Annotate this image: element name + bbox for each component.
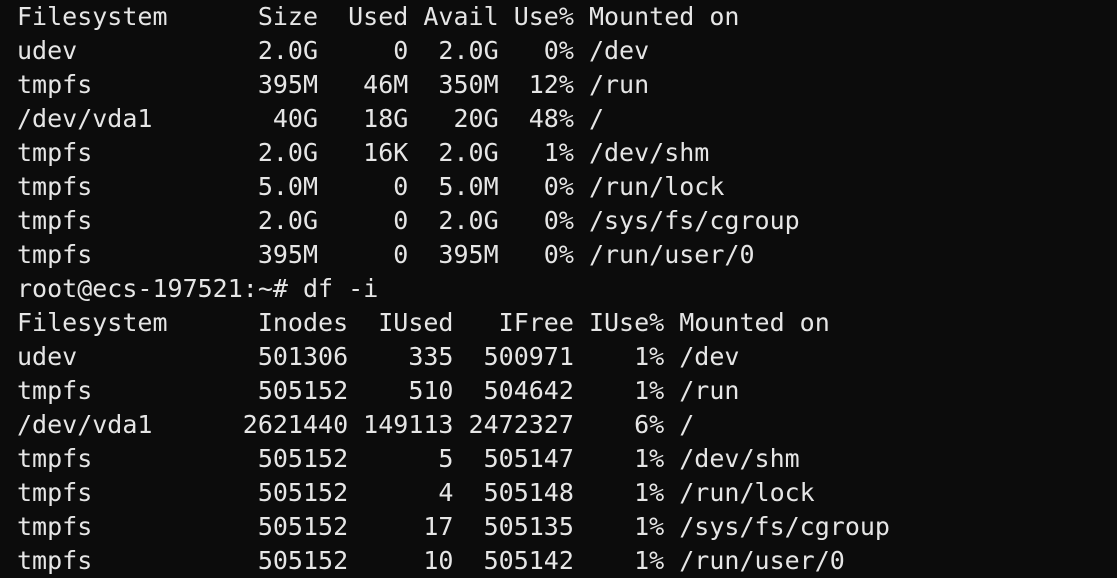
dfi-row-tmpfs-user: tmpfs 505152 10 505142 1% /run/user/0	[17, 546, 845, 575]
shell-prompt: root@ecs-197521:~#	[17, 274, 303, 303]
df-row-tmpfs-shm: tmpfs 2.0G 16K 2.0G 1% /dev/shm	[17, 138, 710, 167]
command-line[interactable]: root@ecs-197521:~# df -i	[17, 272, 1117, 306]
df-row-tmpfs-lock: tmpfs 5.0M 0 5.0M 0% /run/lock	[17, 172, 725, 201]
df-row-udev: udev 2.0G 0 2.0G 0% /dev	[17, 36, 650, 65]
command-text: df -i	[302, 274, 379, 303]
dfi-row-vda1: /dev/vda1 2621440 149113 2472327 6% /	[17, 410, 695, 439]
df-header-line: Filesystem Size Used Avail Use% Mounted …	[17, 2, 740, 31]
dfi-row-tmpfs-lock: tmpfs 505152 4 505148 1% /run/lock	[17, 478, 815, 507]
df-row-tmpfs-run: tmpfs 395M 46M 350M 12% /run	[17, 70, 650, 99]
dfi-row-tmpfs-cgroup: tmpfs 505152 17 505135 1% /sys/fs/cgroup	[17, 512, 890, 541]
df-row-vda1: /dev/vda1 40G 18G 20G 48% /	[17, 104, 604, 133]
df-row-tmpfs-cgroup: tmpfs 2.0G 0 2.0G 0% /sys/fs/cgroup	[17, 206, 800, 235]
terminal-window[interactable]: Filesystem Size Used Avail Use% Mounted …	[0, 0, 1117, 575]
df-row-tmpfs-user: tmpfs 395M 0 395M 0% /run/user/0	[17, 240, 755, 269]
dfi-header-line: Filesystem Inodes IUsed IFree IUse% Moun…	[17, 308, 830, 337]
dfi-row-udev: udev 501306 335 500971 1% /dev	[17, 342, 740, 371]
dfi-row-tmpfs-shm: tmpfs 505152 5 505147 1% /dev/shm	[17, 444, 800, 473]
dfi-row-tmpfs-run: tmpfs 505152 510 504642 1% /run	[17, 376, 740, 405]
